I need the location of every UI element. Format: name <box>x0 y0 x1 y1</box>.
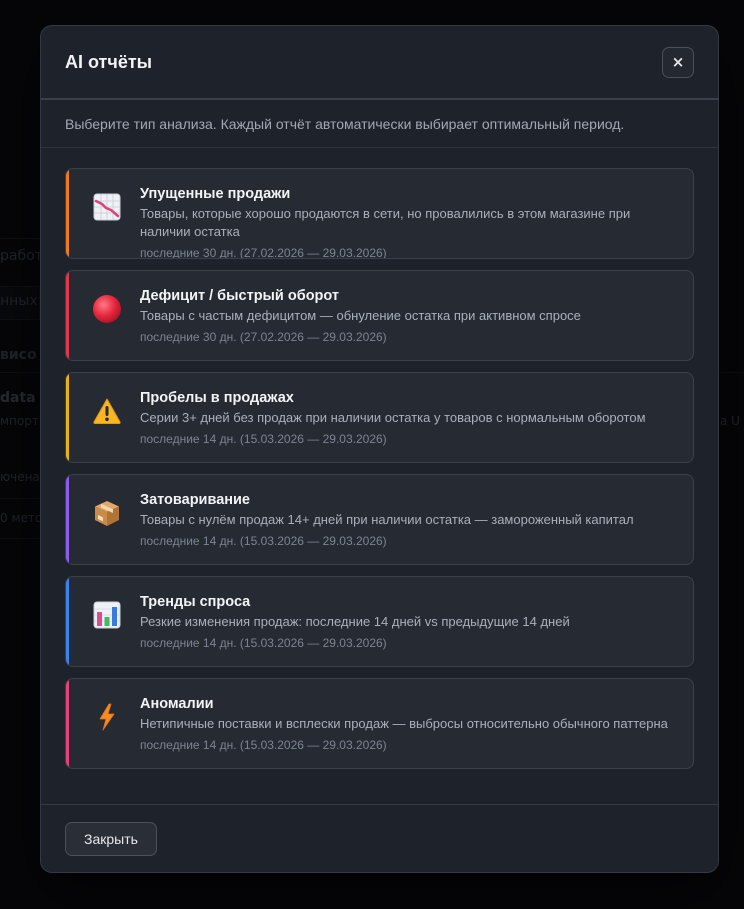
card-accent-bar <box>66 577 69 666</box>
card-period: последние 14 дн. (15.03.2026 — 29.03.202… <box>140 534 387 548</box>
package-icon <box>92 498 122 528</box>
card-accent-bar <box>66 271 69 360</box>
card-period: последние 30 дн. (27.02.2026 — 29.03.202… <box>140 246 387 259</box>
card-accent-bar <box>66 475 69 564</box>
card-period: последние 14 дн. (15.03.2026 — 29.03.202… <box>140 738 387 752</box>
card-title: Упущенные продажи <box>140 186 291 202</box>
report-card-sales-gaps[interactable]: Пробелы в продажах Серии 3+ дней без про… <box>65 372 694 463</box>
bar-chart-icon <box>92 600 122 630</box>
card-title: Тренды спроса <box>140 594 251 610</box>
modal-header: AI отчёты × <box>41 26 718 100</box>
modal-title: AI отчёты <box>65 51 153 72</box>
ai-reports-modal: AI отчёты × Выберите тип анализа. Каждый… <box>40 25 719 873</box>
card-description: Резкие изменения продаж: последние 14 дн… <box>140 614 570 629</box>
report-type-list: Упущенные продажи Товары, которые хорошо… <box>41 148 718 769</box>
card-accent-bar <box>66 373 69 462</box>
close-footer-button[interactable]: Закрыть <box>65 821 157 856</box>
warning-icon <box>92 396 122 426</box>
red-circle-icon <box>92 294 122 324</box>
card-description: Товары с нулём продаж 14+ дней при налич… <box>140 512 634 527</box>
card-period: последние 30 дн. (27.02.2026 — 29.03.202… <box>140 330 387 344</box>
report-card-demand-trends[interactable]: Тренды спроса Резкие изменения продаж: п… <box>65 576 694 667</box>
modal-footer: Закрыть <box>41 804 718 872</box>
card-title: Аномалии <box>140 696 214 712</box>
card-description: Нетипичные поставки и всплески продаж — … <box>140 716 668 731</box>
card-title: Дефицит / быстрый оборот <box>140 288 339 304</box>
report-card-anomalies[interactable]: Аномалии Нетипичные поставки и всплески … <box>65 678 694 769</box>
report-card-deficit[interactable]: Дефицит / быстрый оборот Товары с частым… <box>65 270 694 361</box>
card-accent-bar <box>66 169 69 258</box>
close-icon: × <box>671 53 685 71</box>
report-card-overstock[interactable]: Затоваривание Товары с нулём продаж 14+ … <box>65 474 694 565</box>
card-accent-bar <box>66 679 69 768</box>
modal-subtitle: Выберите тип анализа. Каждый отчёт автом… <box>41 100 718 148</box>
card-description: Товары с частым дефицитом — обнуление ос… <box>140 308 581 323</box>
card-title: Пробелы в продажах <box>140 390 294 406</box>
card-description: Товары, которые хорошо продаются в сети,… <box>140 206 631 239</box>
close-button[interactable]: × <box>662 46 694 78</box>
report-card-lost-sales[interactable]: Упущенные продажи Товары, которые хорошо… <box>65 168 694 259</box>
lightning-icon <box>92 702 122 732</box>
card-period: последние 14 дн. (15.03.2026 — 29.03.202… <box>140 636 387 650</box>
card-period: последние 14 дн. (15.03.2026 — 29.03.202… <box>140 432 387 446</box>
card-description: Серии 3+ дней без продаж при наличии ост… <box>140 410 646 425</box>
card-title: Затоваривание <box>140 492 250 508</box>
chart-decreasing-icon <box>92 192 122 222</box>
